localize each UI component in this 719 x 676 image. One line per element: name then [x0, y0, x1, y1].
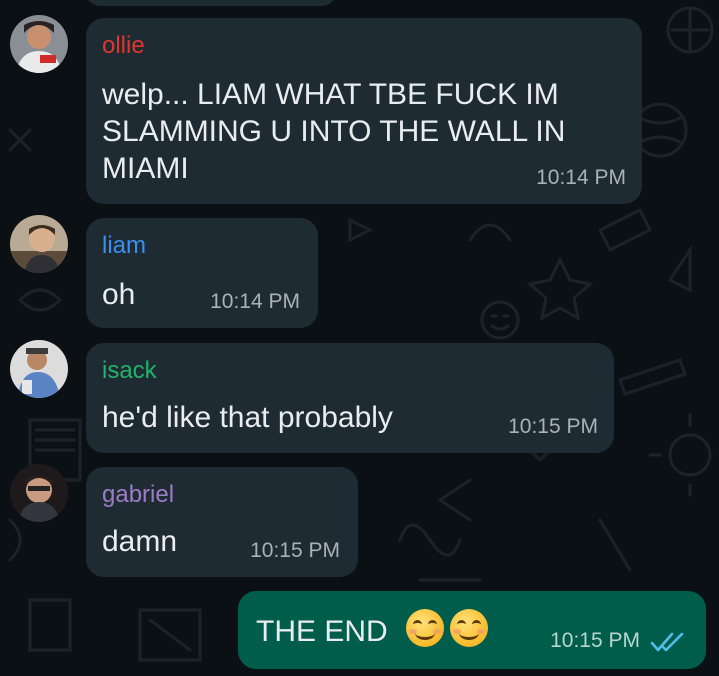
sender-name-liam[interactable]: liam	[102, 232, 146, 260]
avatar-isack[interactable]	[10, 340, 68, 398]
message-timestamp: 10:15 PM	[508, 415, 598, 438]
message-text: THE END	[256, 615, 388, 648]
message-timestamp: 10:15 PM	[550, 629, 640, 652]
outgoing-message-content: THE END	[256, 609, 489, 650]
message-text: he'd like that probably	[102, 401, 393, 434]
message-timestamp: 10:15 PM	[250, 539, 340, 562]
avatar-gabriel[interactable]	[10, 464, 68, 522]
message-bubble-ollie[interactable]: ollie welp... LIAM WHAT TBE FUCK IM SLAM…	[86, 18, 642, 204]
message-bubble-gabriel[interactable]: gabriel damn 10:15 PM	[86, 467, 358, 577]
smiling-face-icon	[406, 609, 445, 647]
message-timestamp: 10:14 PM	[210, 290, 300, 313]
message-timestamp: 10:14 PM	[536, 166, 626, 189]
message-text: oh	[102, 278, 136, 311]
sender-name-gabriel[interactable]: gabriel	[102, 481, 174, 509]
message-bubble-liam[interactable]: liam oh 10:14 PM	[86, 218, 318, 328]
previous-message-bubble[interactable]	[86, 0, 336, 6]
avatar-liam[interactable]	[10, 215, 68, 273]
outgoing-message-bubble[interactable]: THE END 10:15 PM	[238, 591, 706, 669]
message-bubble-isack[interactable]: isack he'd like that probably 10:15 PM	[86, 343, 614, 453]
double-check-icon	[650, 632, 684, 652]
sender-name-ollie[interactable]: ollie	[102, 32, 145, 60]
message-text: damn	[102, 525, 178, 558]
smiling-face-icon	[450, 609, 489, 647]
avatar-ollie[interactable]	[10, 15, 68, 73]
sender-name-isack[interactable]: isack	[102, 357, 157, 385]
